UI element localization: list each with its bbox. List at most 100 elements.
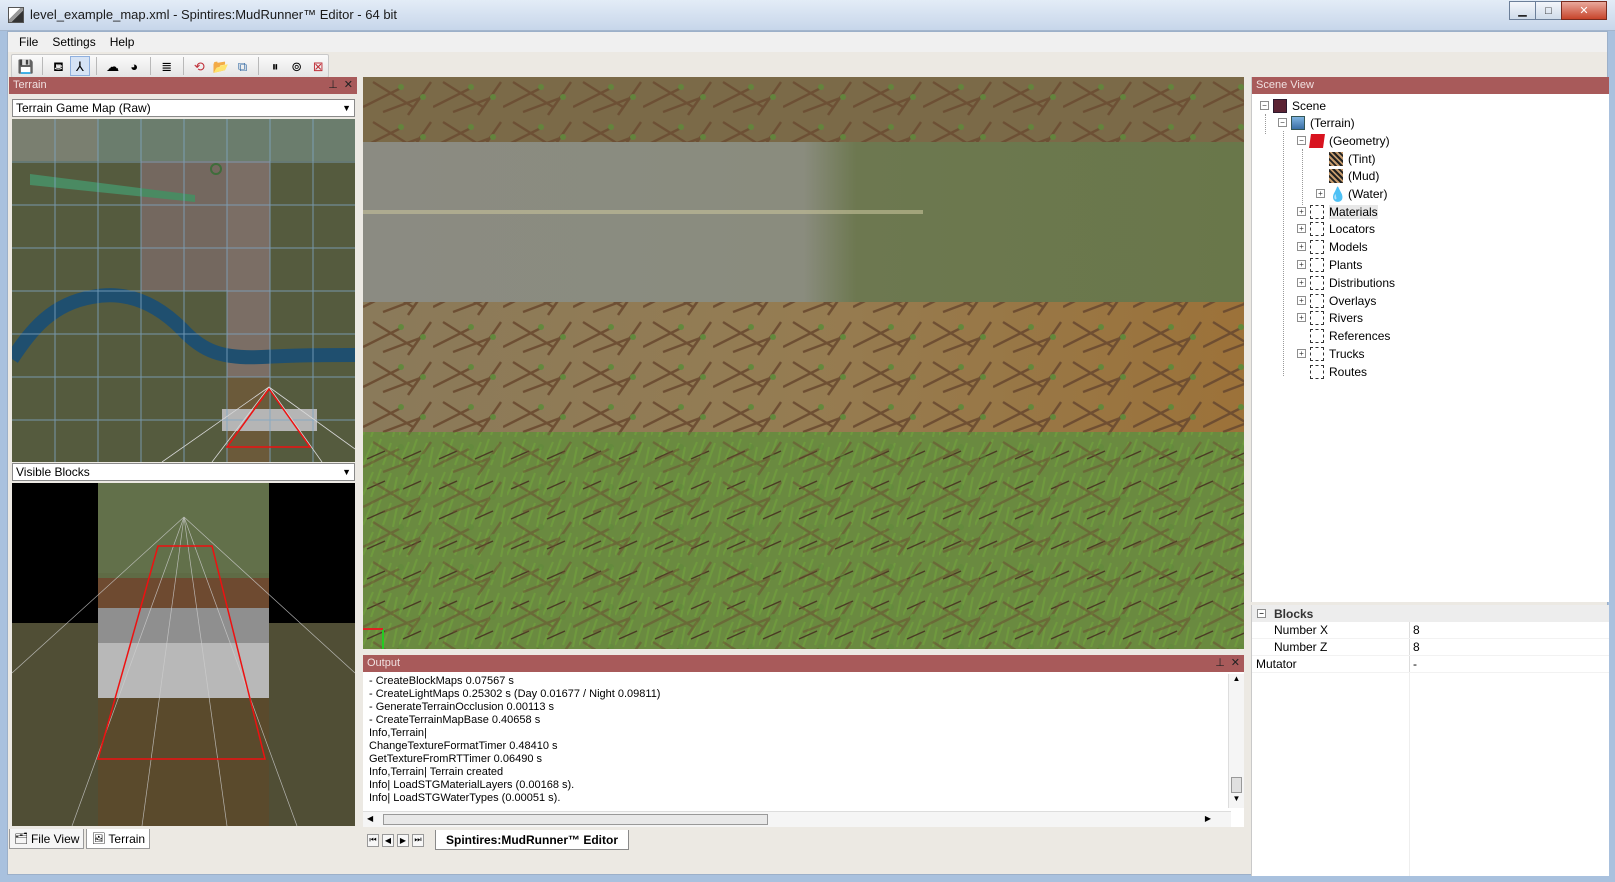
close-button[interactable]: ✕ (1561, 1, 1607, 20)
scroll-thumb[interactable] (1231, 777, 1242, 793)
viewport-3d[interactable] (363, 77, 1244, 649)
property-value[interactable]: 8 (1409, 639, 1609, 655)
expand-icon[interactable]: + (1297, 278, 1306, 287)
expand-icon[interactable]: + (1297, 224, 1306, 233)
visible-blocks-select-value: Visible Blocks (16, 465, 90, 479)
tree-node-trucks[interactable]: + Trucks (1297, 345, 1365, 362)
scene-view-title: Scene View (1256, 79, 1314, 91)
scroll-left-icon[interactable]: ◀ (367, 814, 373, 823)
toolbar-separator (182, 57, 184, 75)
window-titlebar: level_example_map.xml - Spintires:MudRun… (0, 0, 1615, 31)
terrain-map-select[interactable]: Terrain Game Map (Raw) ▼ (12, 99, 355, 117)
copy-icon[interactable]: ⧉ (233, 56, 253, 76)
teapot-icon[interactable]: ⛾ (49, 56, 69, 76)
first-tab-icon[interactable]: ⏮ (367, 833, 379, 847)
output-log[interactable]: - CreateBlockMaps 0.07567 s - CreateLigh… (365, 675, 1227, 805)
tree-node-scene[interactable]: − Scene (1260, 97, 1326, 114)
expand-icon[interactable]: + (1297, 242, 1306, 251)
log-line: Info| LoadSTGWaterTypes (0.00051 s). (369, 792, 561, 804)
expand-icon[interactable]: + (1297, 207, 1306, 216)
minimize-button[interactable]: ▁ (1509, 1, 1536, 20)
tree-node-routes[interactable]: Routes (1297, 363, 1367, 380)
expand-icon[interactable]: + (1316, 189, 1325, 198)
text-list-icon[interactable]: ≣ (157, 56, 177, 76)
brain-icon[interactable]: ◕ (124, 56, 144, 76)
property-value[interactable]: - (1409, 656, 1609, 672)
collapse-icon[interactable]: − (1278, 118, 1287, 127)
pin-icon[interactable]: ⊥ (1215, 655, 1225, 672)
tree-node-references[interactable]: References (1297, 327, 1390, 344)
pin-icon[interactable]: ⊥ (328, 77, 338, 94)
tree-node-plants[interactable]: + Plants (1297, 256, 1362, 273)
output-horizontal-scrollbar[interactable]: ◀ ▶ (363, 811, 1231, 827)
tree-node-rivers[interactable]: + Rivers (1297, 309, 1363, 326)
visible-blocks-select[interactable]: Visible Blocks ▼ (12, 463, 355, 481)
tree-node-overlays[interactable]: + Overlays (1297, 292, 1376, 309)
close-icon[interactable]: ✕ (1231, 655, 1240, 672)
tree-node-label: Rivers (1329, 310, 1364, 325)
pause-icon[interactable]: ⏸ (265, 56, 285, 76)
property-row-number-z[interactable]: Number Z 8 (1252, 639, 1609, 656)
terrain-panel-title: Terrain (13, 79, 47, 91)
tree-node-terrain[interactable]: − (Terrain) (1278, 114, 1355, 131)
collapse-icon[interactable]: − (1257, 609, 1266, 618)
next-tab-icon[interactable]: ▶ (397, 833, 409, 847)
log-line: - CreateBlockMaps 0.07567 s (369, 675, 514, 687)
menu-file[interactable]: File (12, 35, 45, 49)
collapse-icon[interactable]: − (1260, 101, 1269, 110)
tree-node-water[interactable]: + 💧 (Water) (1316, 185, 1388, 202)
property-value[interactable]: 8 (1409, 622, 1609, 638)
visible-blocks-view[interactable] (12, 483, 355, 826)
property-row-number-x[interactable]: Number X 8 (1252, 622, 1609, 639)
viewport-scene (363, 77, 1244, 649)
tab-editor[interactable]: Spintires:MudRunner™ Editor (435, 830, 629, 850)
reload-icon[interactable]: ⟲ (190, 56, 210, 76)
output-panel-title: Output (367, 657, 401, 669)
axes-icon[interactable]: ⅄ (70, 56, 90, 76)
log-line: Info,Terrain| Terrain created (369, 766, 504, 778)
expand-icon[interactable]: + (1297, 296, 1306, 305)
menu-help[interactable]: Help (103, 35, 142, 49)
editor-client: File Settings Help 💾 ⛾ ⅄ ☁ ◕ ≣ ⟲ 📂 ⧉ ⏸ ⊚… (7, 31, 1609, 876)
prev-tab-icon[interactable]: ◀ (382, 833, 394, 847)
tree-node-label: Locators (1329, 221, 1376, 236)
terrain-game-map-view[interactable] (12, 119, 355, 462)
weather-icon[interactable]: ☁ (103, 56, 123, 76)
tree-node-mud[interactable]: (Mud) (1316, 167, 1379, 184)
water-drop-icon: 💧 (1329, 185, 1347, 202)
property-row-mutator[interactable]: Mutator - (1252, 656, 1609, 673)
scroll-up-icon[interactable]: ▲ (1229, 674, 1244, 688)
tab-file-view[interactable]: 🗂 File View (9, 829, 85, 849)
log-line: - CreateLightMaps 0.25302 s (Day 0.01677… (369, 688, 661, 700)
tree-node-label: Plants (1329, 257, 1363, 272)
tree-node-distributions[interactable]: + Distributions (1297, 274, 1395, 291)
expand-icon[interactable]: + (1297, 260, 1306, 269)
close-icon[interactable]: ✕ (344, 77, 353, 94)
tree-node-models[interactable]: + Models (1297, 238, 1368, 255)
maximize-button[interactable]: □ (1535, 1, 1562, 20)
tree-node-tint[interactable]: (Tint) (1316, 150, 1376, 167)
expand-icon[interactable]: + (1297, 313, 1306, 322)
tree-node-locators[interactable]: + Locators (1297, 220, 1375, 237)
expand-icon[interactable]: + (1297, 349, 1306, 358)
menu-settings[interactable]: Settings (45, 35, 102, 49)
folder-icon (1310, 221, 1324, 236)
folder-icon[interactable]: 📂 (211, 56, 231, 76)
scroll-down-icon[interactable]: ▼ (1229, 794, 1244, 808)
save-icon[interactable]: 💾 (16, 56, 36, 76)
output-vertical-scrollbar[interactable]: ▲ ▼ (1228, 674, 1244, 808)
tab-terrain[interactable]: 🖼 Terrain (86, 829, 151, 849)
last-tab-icon[interactable]: ⏭ (412, 833, 424, 847)
folder-icon (1310, 328, 1324, 343)
tree-node-materials[interactable]: + Materials (1297, 203, 1378, 220)
collapse-icon[interactable]: − (1297, 136, 1306, 145)
property-group-blocks[interactable]: − Blocks (1252, 605, 1609, 622)
scroll-right-icon[interactable]: ▶ (1205, 814, 1211, 823)
tab-file-view-label: File View (30, 831, 80, 846)
folder-icon (1310, 204, 1324, 219)
zoom-icon[interactable]: ⊚ (287, 56, 307, 76)
stop-icon[interactable]: ⊠ (308, 56, 328, 76)
scroll-thumb[interactable] (383, 814, 768, 825)
tree-node-geometry[interactable]: − (Geometry) (1297, 132, 1390, 149)
tree-node-label: (Geometry) (1329, 133, 1390, 148)
